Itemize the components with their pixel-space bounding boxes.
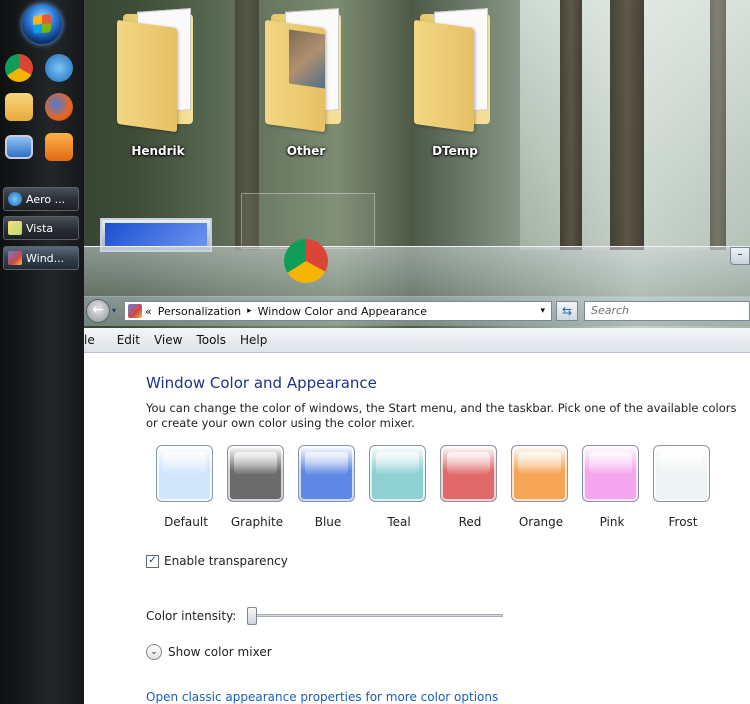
windows-logo-icon — [33, 14, 51, 34]
control-panel-window: – ← ▾ « Personalization ▸ Window Color a… — [84, 239, 750, 704]
color-intensity-slider-track[interactable] — [249, 614, 503, 617]
address-overflow-chevron[interactable]: « — [145, 305, 152, 318]
swatch-label[interactable]: Graphite — [217, 515, 297, 529]
menu-tools[interactable]: Tools — [196, 333, 226, 347]
color-swatch-default[interactable] — [156, 445, 213, 502]
recent-pages-dropdown[interactable]: ▾ — [112, 306, 120, 315]
menu-bar: le Edit View Tools Help — [84, 328, 750, 353]
page-title: Window Color and Appearance — [146, 374, 377, 392]
swatch-label[interactable]: Blue — [288, 515, 368, 529]
swatch-label[interactable]: Pink — [572, 515, 652, 529]
show-desktop-icon[interactable] — [5, 135, 33, 159]
taskbar-button-label: Aero ... — [26, 192, 66, 206]
breadcrumb-window-color[interactable]: Window Color and Appearance — [258, 305, 427, 318]
taskbar-button-window-color[interactable]: Wind... — [3, 246, 79, 270]
control-panel-icon — [128, 304, 142, 318]
ie-icon — [8, 192, 22, 206]
color-swatch-teal[interactable] — [369, 445, 426, 502]
taskbar-button-label: Wind... — [26, 251, 65, 265]
taskbar-button-label: Vista — [26, 221, 54, 235]
breadcrumb-separator[interactable]: ▸ — [247, 306, 252, 316]
color-swatch-graphite[interactable] — [227, 445, 284, 502]
menu-edit[interactable]: Edit — [117, 333, 140, 347]
chrome-icon[interactable] — [5, 54, 33, 82]
enable-transparency-checkbox[interactable]: ✓ Enable transparency — [146, 554, 288, 568]
address-bar[interactable]: « Personalization ▸ Window Color and App… — [124, 301, 552, 321]
ie-icon[interactable] — [45, 54, 73, 82]
swatch-label[interactable]: Teal — [359, 515, 439, 529]
color-intensity-label: Color intensity: — [146, 609, 237, 623]
menu-view[interactable]: View — [154, 333, 182, 347]
desktop-icon-dtemp[interactable]: DTemp — [405, 4, 505, 158]
desktop-icon-label: Hendrik — [131, 144, 185, 158]
menu-file[interactable]: le — [84, 333, 95, 347]
show-color-mixer-label[interactable]: Show color mixer — [168, 645, 272, 659]
desktop-icon-other[interactable]: Other — [256, 4, 356, 158]
color-swatch-frost[interactable] — [653, 445, 710, 502]
color-swatch-orange[interactable] — [511, 445, 568, 502]
back-button[interactable]: ← — [86, 299, 110, 323]
menu-help[interactable]: Help — [240, 333, 267, 347]
mail-icon[interactable] — [5, 93, 33, 121]
minimize-button[interactable]: – — [730, 247, 750, 265]
navigation-bar: ← ▾ « Personalization ▸ Window Color and… — [84, 296, 750, 326]
chrome-icon — [284, 239, 328, 283]
media-player-icon[interactable] — [45, 133, 73, 161]
content-pane: Window Color and Appearance You can chan… — [84, 353, 750, 704]
control-panel-icon — [8, 251, 22, 265]
tree-trunk — [560, 0, 582, 250]
tree-trunk — [710, 0, 726, 250]
desktop-icon-label: DTemp — [432, 144, 478, 158]
desktop-icon-label: Other — [286, 144, 326, 158]
checkbox-checked-icon[interactable]: ✓ — [146, 554, 159, 568]
folder-icon — [117, 4, 199, 133]
desktop-icon-hendrik[interactable]: Hendrik — [108, 4, 208, 158]
notepad-icon — [8, 221, 22, 235]
color-swatch-red[interactable] — [440, 445, 497, 502]
checkbox-label[interactable]: Enable transparency — [164, 554, 288, 568]
swatch-label[interactable]: Orange — [501, 515, 581, 529]
chevron-down-icon[interactable]: ⌄ — [146, 644, 162, 660]
swatch-label[interactable]: Red — [430, 515, 510, 529]
firefox-icon[interactable] — [45, 93, 73, 121]
page-description: You can change the color of windows, the… — [146, 401, 737, 430]
address-dropdown-icon[interactable]: ▾ — [540, 306, 545, 316]
taskbar: Aero ... Vista Wind... — [0, 0, 85, 704]
color-swatch-blue[interactable] — [298, 445, 355, 502]
taskbar-button-aero[interactable]: Aero ... — [3, 187, 79, 211]
breadcrumb-personalization[interactable]: Personalization — [158, 305, 241, 318]
start-button[interactable] — [22, 4, 62, 44]
show-color-mixer-toggle[interactable]: ⌄ Show color mixer — [146, 644, 272, 660]
search-input[interactable]: Search — [584, 301, 750, 321]
color-swatch-pink[interactable] — [582, 445, 639, 502]
folder-icon — [265, 4, 347, 133]
refresh-button[interactable]: ⇆ — [556, 301, 578, 321]
color-intensity-slider-thumb[interactable] — [247, 607, 257, 625]
classic-appearance-link[interactable]: Open classic appearance properties for m… — [146, 690, 498, 704]
tree-trunk — [610, 0, 644, 250]
swatch-label[interactable]: Default — [146, 515, 226, 529]
swatch-label[interactable]: Frost — [643, 515, 723, 529]
window-titlebar[interactable]: – — [84, 239, 750, 297]
taskbar-button-vista[interactable]: Vista — [3, 216, 79, 240]
folder-icon — [414, 4, 496, 133]
